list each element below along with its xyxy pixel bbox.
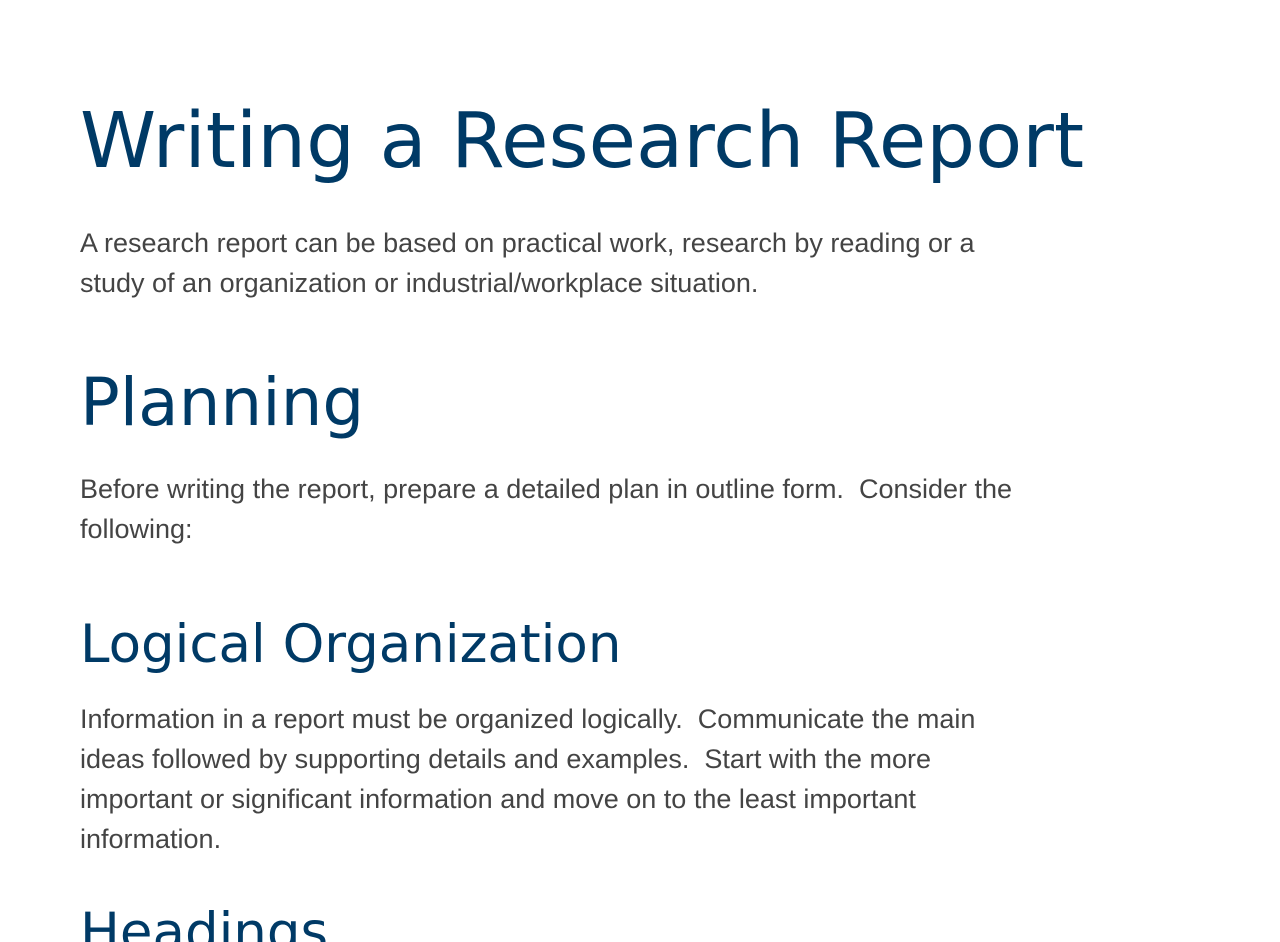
- section-heading-headings: Headings: [80, 902, 329, 942]
- section-paragraph-planning: Before writing the report, prepare a det…: [80, 474, 1013, 544]
- section-heading-planning: Planning: [80, 364, 365, 441]
- section-paragraph-logical-organization: Information in a report must be organize…: [80, 704, 976, 854]
- section-heading-logical-organization: Logical Organization: [80, 614, 622, 675]
- document-page: Writing a Research Report A research rep…: [0, 0, 1280, 942]
- page-title: Writing a Research Report: [80, 97, 1085, 186]
- intro-paragraph: A research report can be based on practi…: [80, 228, 975, 298]
